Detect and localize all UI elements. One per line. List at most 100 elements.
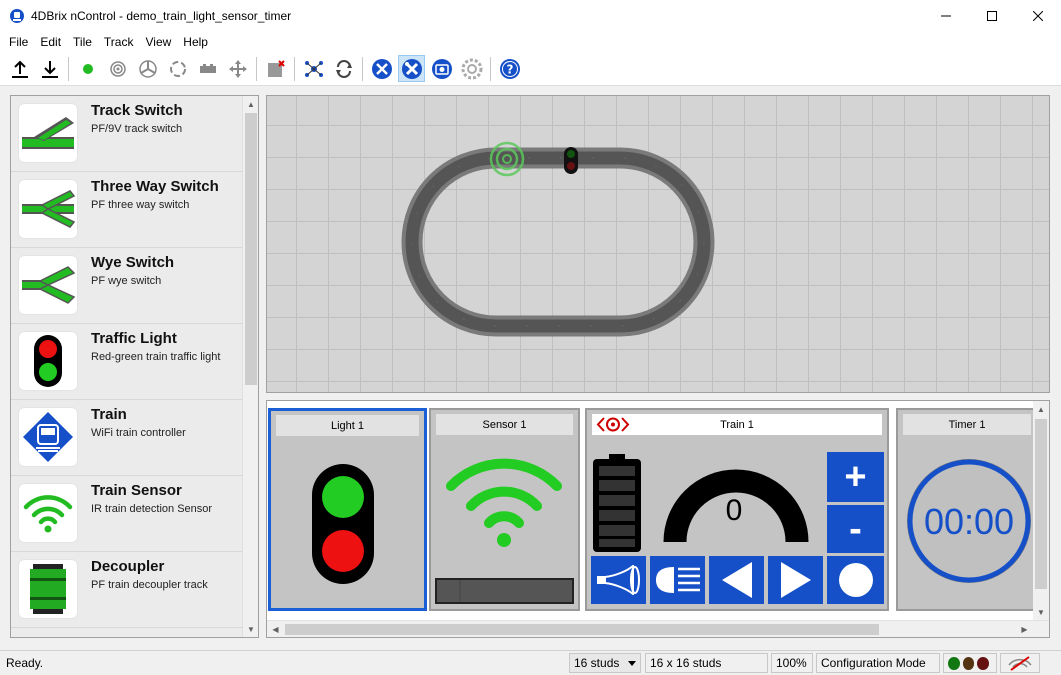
palette-item-desc: PF train decoupler track [91, 579, 208, 591]
zoom-label: 100% [771, 653, 813, 673]
track-canvas[interactable] [266, 95, 1050, 393]
timer-tile[interactable]: Timer 1 00:00 [896, 408, 1038, 611]
light-tile[interactable]: Light 1 [268, 408, 427, 611]
palette-scrollbar[interactable]: ▲ ▼ [242, 96, 258, 637]
menu-help[interactable]: Help [178, 35, 213, 49]
turntable-icon [138, 59, 157, 78]
palette-item-traffic-light[interactable]: Traffic Light Red-green train traffic li… [11, 324, 243, 400]
toolbar: ? [0, 52, 1061, 86]
minimize-icon [941, 15, 951, 16]
upload-button[interactable] [6, 55, 33, 82]
palette-item-desc: PF three way switch [91, 199, 190, 211]
palette-item-partial[interactable] [11, 628, 243, 637]
add-loop-button[interactable] [164, 55, 191, 82]
delete-tile-button[interactable] [262, 55, 289, 82]
scroll-down-icon[interactable]: ▼ [1033, 604, 1049, 620]
palette-item-decoupler[interactable]: Decoupler PF train decoupler track [11, 552, 243, 628]
train-tile[interactable]: Train 1 0 + - [585, 408, 889, 611]
headlight-icon [655, 567, 700, 593]
traffic-light-marker-icon[interactable] [564, 147, 578, 174]
add-light-button[interactable] [74, 55, 101, 82]
network-button[interactable] [300, 55, 327, 82]
speed-down-button[interactable]: - [827, 505, 884, 553]
timer-readout: 00:00 [923, 501, 1015, 542]
toolbar-separator [362, 56, 363, 81]
close-button[interactable] [1015, 0, 1061, 31]
connection-lights [943, 653, 997, 673]
download-button[interactable] [36, 55, 63, 82]
tools-button[interactable] [368, 55, 395, 82]
tools-icon [371, 58, 392, 79]
menu-edit[interactable]: Edit [35, 35, 66, 49]
config-mode-icon [401, 58, 422, 79]
tile-palette: Track Switch PF/9V track switch Three Wa… [10, 95, 259, 638]
palette-item-train-sensor[interactable]: Train Sensor IR train detection Sensor [11, 476, 243, 552]
configuration-mode-button[interactable] [398, 55, 425, 82]
palette-list: Track Switch PF/9V track switch Three Wa… [11, 96, 243, 637]
settings-button[interactable] [458, 55, 485, 82]
tiles-vertical-scrollbar[interactable]: ▲ ▼ [1033, 401, 1049, 620]
traffic-light-icon[interactable] [311, 463, 375, 585]
camera-button[interactable] [428, 55, 455, 82]
tiles-horizontal-scrollbar[interactable]: ◀ ▶ [267, 620, 1049, 637]
green-dot-icon [82, 63, 93, 74]
menu-view[interactable]: View [140, 35, 176, 49]
toolbar-separator [68, 56, 69, 81]
sensor-progress-bar [435, 578, 574, 604]
wifi-disconnected-indicator[interactable] [1000, 653, 1040, 673]
palette-item-three-way-switch[interactable]: Three Way Switch PF three way switch [11, 172, 243, 248]
status-text: Ready. [2, 653, 562, 673]
control-tiles-panel: Light 1 Sensor 1 Train 1 0 + - Timer 1 0… [266, 400, 1050, 638]
help-button[interactable]: ? [496, 55, 523, 82]
forward-button[interactable] [768, 556, 823, 604]
menu-bar: File Edit Tile Track View Help [0, 31, 1061, 52]
amber-status-icon [962, 656, 975, 670]
scroll-right-icon[interactable]: ▶ [1016, 621, 1033, 637]
tile-header: Light 1 [276, 415, 419, 436]
add-decoupler-button[interactable] [194, 55, 221, 82]
menu-tile[interactable]: Tile [68, 35, 97, 49]
palette-item-name: Train Sensor [91, 482, 182, 499]
play-forward-icon [780, 562, 811, 598]
maximize-button[interactable] [969, 0, 1015, 31]
scrollbar-thumb[interactable] [245, 113, 257, 385]
wifi-sensor-icon [446, 458, 562, 547]
palette-item-desc: PF/9V track switch [91, 123, 183, 135]
horn-button[interactable] [591, 556, 646, 604]
wye-switch-icon [19, 256, 77, 314]
headlight-button[interactable] [650, 556, 705, 604]
add-crossing-button[interactable] [224, 55, 251, 82]
add-turntable-button[interactable] [134, 55, 161, 82]
scrollbar-thumb[interactable] [285, 624, 879, 635]
palette-item-train[interactable]: Train WiFi train controller [11, 400, 243, 476]
play-reverse-icon [721, 562, 752, 598]
scroll-down-icon[interactable]: ▼ [243, 621, 258, 637]
download-icon [41, 60, 58, 78]
speed-up-button[interactable]: + [827, 452, 884, 502]
scrollbar-thumb[interactable] [1035, 419, 1047, 589]
refresh-button[interactable] [330, 55, 357, 82]
minimize-button[interactable] [923, 0, 969, 31]
sensor-tile[interactable]: Sensor 1 [429, 408, 580, 611]
scroll-up-icon[interactable]: ▲ [1033, 401, 1049, 417]
add-sensor-button[interactable] [104, 55, 131, 82]
palette-item-name: Decoupler [91, 558, 165, 575]
menu-track[interactable]: Track [99, 35, 139, 49]
battery-icon [593, 454, 641, 552]
window-title: 4DBrix nControl - demo_train_light_senso… [31, 8, 292, 23]
red-status-icon [977, 656, 990, 670]
cross-icon [228, 59, 247, 78]
menu-file[interactable]: File [4, 35, 33, 49]
scroll-up-icon[interactable]: ▲ [243, 96, 258, 112]
palette-item-wye-switch[interactable]: Wye Switch PF wye switch [11, 248, 243, 324]
reverse-button[interactable] [709, 556, 764, 604]
stop-button[interactable] [827, 556, 884, 604]
studs-select-value: 16 studs [574, 656, 620, 670]
track-layout [401, 141, 715, 337]
scroll-left-icon[interactable]: ◀ [267, 621, 284, 637]
train-icon [19, 408, 77, 466]
train-direction-icon [596, 417, 630, 432]
palette-item-track-switch[interactable]: Track Switch PF/9V track switch [11, 96, 243, 172]
studs-select[interactable]: 16 studs [569, 653, 641, 673]
toolbar-separator [256, 56, 257, 81]
